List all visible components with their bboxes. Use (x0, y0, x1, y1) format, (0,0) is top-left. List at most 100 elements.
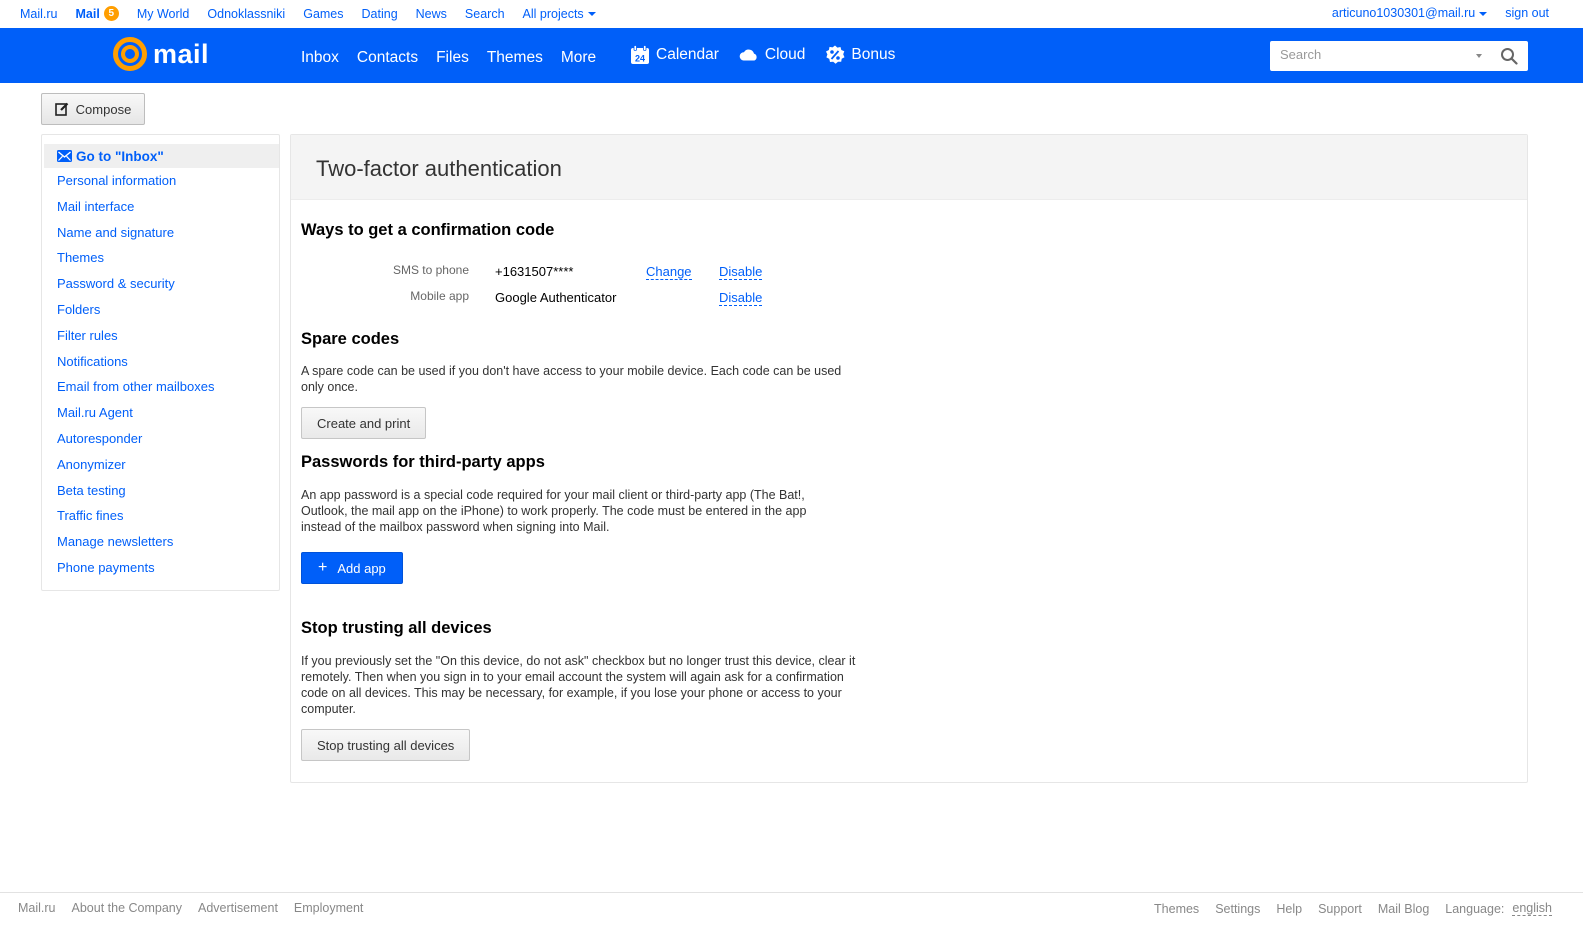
portal-bar: Mail.ru Mail 5 My World Odnoklassniki Gam… (0, 0, 1583, 27)
add-app-label: Add app (337, 560, 386, 576)
disable-sms-link[interactable]: Disable (719, 264, 763, 280)
sidebar-item: Traffic fines (57, 508, 215, 534)
sidebar-item: Manage newsletters (57, 534, 215, 560)
at-logo-icon (113, 37, 147, 71)
sidebar-item: Themes (57, 250, 215, 276)
portal-link-search[interactable]: Search (465, 7, 505, 21)
services-nav: 24 Calendar Cloud Bonus (630, 45, 895, 65)
mail-logo[interactable]: mail (113, 37, 209, 71)
percent-badge-icon (826, 45, 845, 64)
footer-link-themes[interactable]: Themes (1154, 902, 1199, 916)
add-app-button[interactable]: + Add app (301, 552, 403, 584)
sms-phone-value: +1631507**** (495, 264, 574, 279)
nav-calendar-label: Calendar (656, 46, 719, 63)
portal-link-mailru[interactable]: Mail.ru (20, 7, 58, 21)
two-factor-panel: Two-factor authentication Ways to get a … (290, 134, 1528, 783)
search-input[interactable] (1280, 47, 1470, 62)
sidebar-item: Mail.ru Agent (57, 405, 215, 431)
app-passwords-text: An app password is a special code requir… (301, 488, 807, 534)
sidebar-item: Beta testing (57, 483, 215, 509)
go-to-inbox-link[interactable]: Go to "Inbox" (44, 144, 279, 168)
portal-links: Mail.ru Mail 5 My World Odnoklassniki Gam… (20, 6, 596, 21)
mobile-app-value: Google Authenticator (495, 290, 617, 305)
sidebar-item-personal-information[interactable]: Personal information (57, 173, 176, 188)
spare-codes-title: Spare codes (301, 330, 400, 348)
sidebar-item-autoresponder[interactable]: Autoresponder (57, 431, 142, 446)
sidebar-item-mailru-agent[interactable]: Mail.ru Agent (57, 405, 133, 420)
sidebar-item: Mail interface (57, 199, 215, 225)
compose-label: Compose (75, 101, 132, 117)
app-passwords-title: Passwords for third-party apps (301, 453, 545, 471)
portal-link-mail[interactable]: Mail 5 (76, 6, 119, 21)
logo-text: mail (153, 38, 210, 69)
footer-link-settings[interactable]: Settings (1215, 902, 1260, 916)
disable-app-link[interactable]: Disable (719, 290, 763, 306)
sms-label: SMS to phone (392, 263, 469, 277)
search-icon[interactable] (1500, 47, 1518, 65)
portal-link-news[interactable]: News (416, 7, 447, 21)
stop-trusting-title: Stop trusting all devices (301, 619, 492, 637)
signout-link[interactable]: sign out (1505, 6, 1549, 20)
search-scope-dropdown-icon[interactable] (1476, 54, 1482, 58)
search-box (1270, 41, 1528, 71)
nav-more[interactable]: More (561, 49, 596, 67)
nav-cloud-label: Cloud (764, 46, 806, 63)
sidebar-item-themes[interactable]: Themes (57, 250, 104, 265)
portal-link-dating[interactable]: Dating (362, 7, 398, 21)
change-phone-link[interactable]: Change (646, 264, 692, 280)
portal-link-all-projects[interactable]: All projects (523, 7, 596, 21)
portal-link-odnoklassniki[interactable]: Odnoklassniki (207, 7, 285, 21)
language-selector[interactable]: english (1512, 901, 1552, 916)
nav-contacts[interactable]: Contacts (357, 49, 418, 67)
go-to-inbox-label: Go to "Inbox" (76, 148, 164, 164)
portal-link-mail-label: Mail (75, 6, 100, 21)
footer-link-mail-blog[interactable]: Mail Blog (1378, 902, 1429, 916)
nav-cloud[interactable]: Cloud (739, 45, 806, 65)
mobile-app-label: Mobile app (410, 289, 469, 303)
footer-link-about[interactable]: About the Company (72, 901, 183, 915)
nav-files[interactable]: Files (436, 49, 469, 67)
sidebar-item-folders[interactable]: Folders (57, 302, 100, 317)
sidebar-item-email-from-other-mailboxes[interactable]: Email from other mailboxes (57, 379, 215, 394)
ways-section-title: Ways to get a confirmation code (301, 221, 555, 239)
sidebar-item-name-and-signature[interactable]: Name and signature (57, 225, 174, 240)
nav-bonus[interactable]: Bonus (825, 45, 895, 65)
stop-trusting-text: If you previously set the "On this devic… (301, 654, 856, 716)
calendar-day-number: 24 (635, 54, 645, 64)
calendar-icon: 24 (631, 45, 649, 64)
sidebar-item: Name and signature (57, 225, 215, 251)
sidebar-item-traffic-fines[interactable]: Traffic fines (57, 508, 123, 523)
footer-link-advertisement[interactable]: Advertisement (198, 901, 278, 915)
nav-themes[interactable]: Themes (487, 49, 543, 67)
sidebar-item: Filter rules (57, 328, 215, 354)
create-and-print-button[interactable]: Create and print (301, 407, 427, 439)
nav-calendar[interactable]: 24 Calendar (630, 45, 719, 65)
sidebar-item: Folders (57, 302, 215, 328)
sidebar-item-anonymizer[interactable]: Anonymizer (57, 457, 126, 472)
portal-user: articuno1030301@mail.ru sign out (1332, 6, 1549, 20)
footer-links-left: Mail.ru About the Company Advertisement … (18, 901, 363, 915)
stop-trusting-button[interactable]: Stop trusting all devices (301, 729, 471, 761)
sidebar-item-phone-payments[interactable]: Phone payments (57, 560, 155, 575)
footer-link-support[interactable]: Support (1318, 902, 1362, 916)
footer-link-employment[interactable]: Employment (294, 901, 363, 915)
sidebar-item: Notifications (57, 354, 215, 380)
sidebar-item-mail-interface[interactable]: Mail interface (57, 199, 134, 214)
plus-icon: + (318, 559, 328, 576)
nav-bonus-label: Bonus (851, 46, 896, 63)
sidebar-item-manage-newsletters[interactable]: Manage newsletters (57, 534, 173, 549)
settings-sidebar: Go to "Inbox" Personal information Mail … (41, 134, 280, 591)
footer-link-mailru[interactable]: Mail.ru (18, 901, 56, 915)
compose-icon (54, 102, 68, 116)
compose-button[interactable]: Compose (41, 93, 145, 125)
sidebar-item-notifications[interactable]: Notifications (57, 354, 128, 369)
user-menu[interactable]: articuno1030301@mail.ru (1332, 6, 1488, 20)
sidebar-item: Password & security (57, 276, 215, 302)
footer-link-help[interactable]: Help (1276, 902, 1302, 916)
portal-link-my-world[interactable]: My World (137, 7, 190, 21)
nav-inbox[interactable]: Inbox (301, 49, 339, 67)
portal-link-games[interactable]: Games (303, 7, 343, 21)
sidebar-item-password-security[interactable]: Password & security (57, 276, 175, 291)
sidebar-item-filter-rules[interactable]: Filter rules (57, 328, 118, 343)
sidebar-item-beta-testing[interactable]: Beta testing (57, 483, 126, 498)
